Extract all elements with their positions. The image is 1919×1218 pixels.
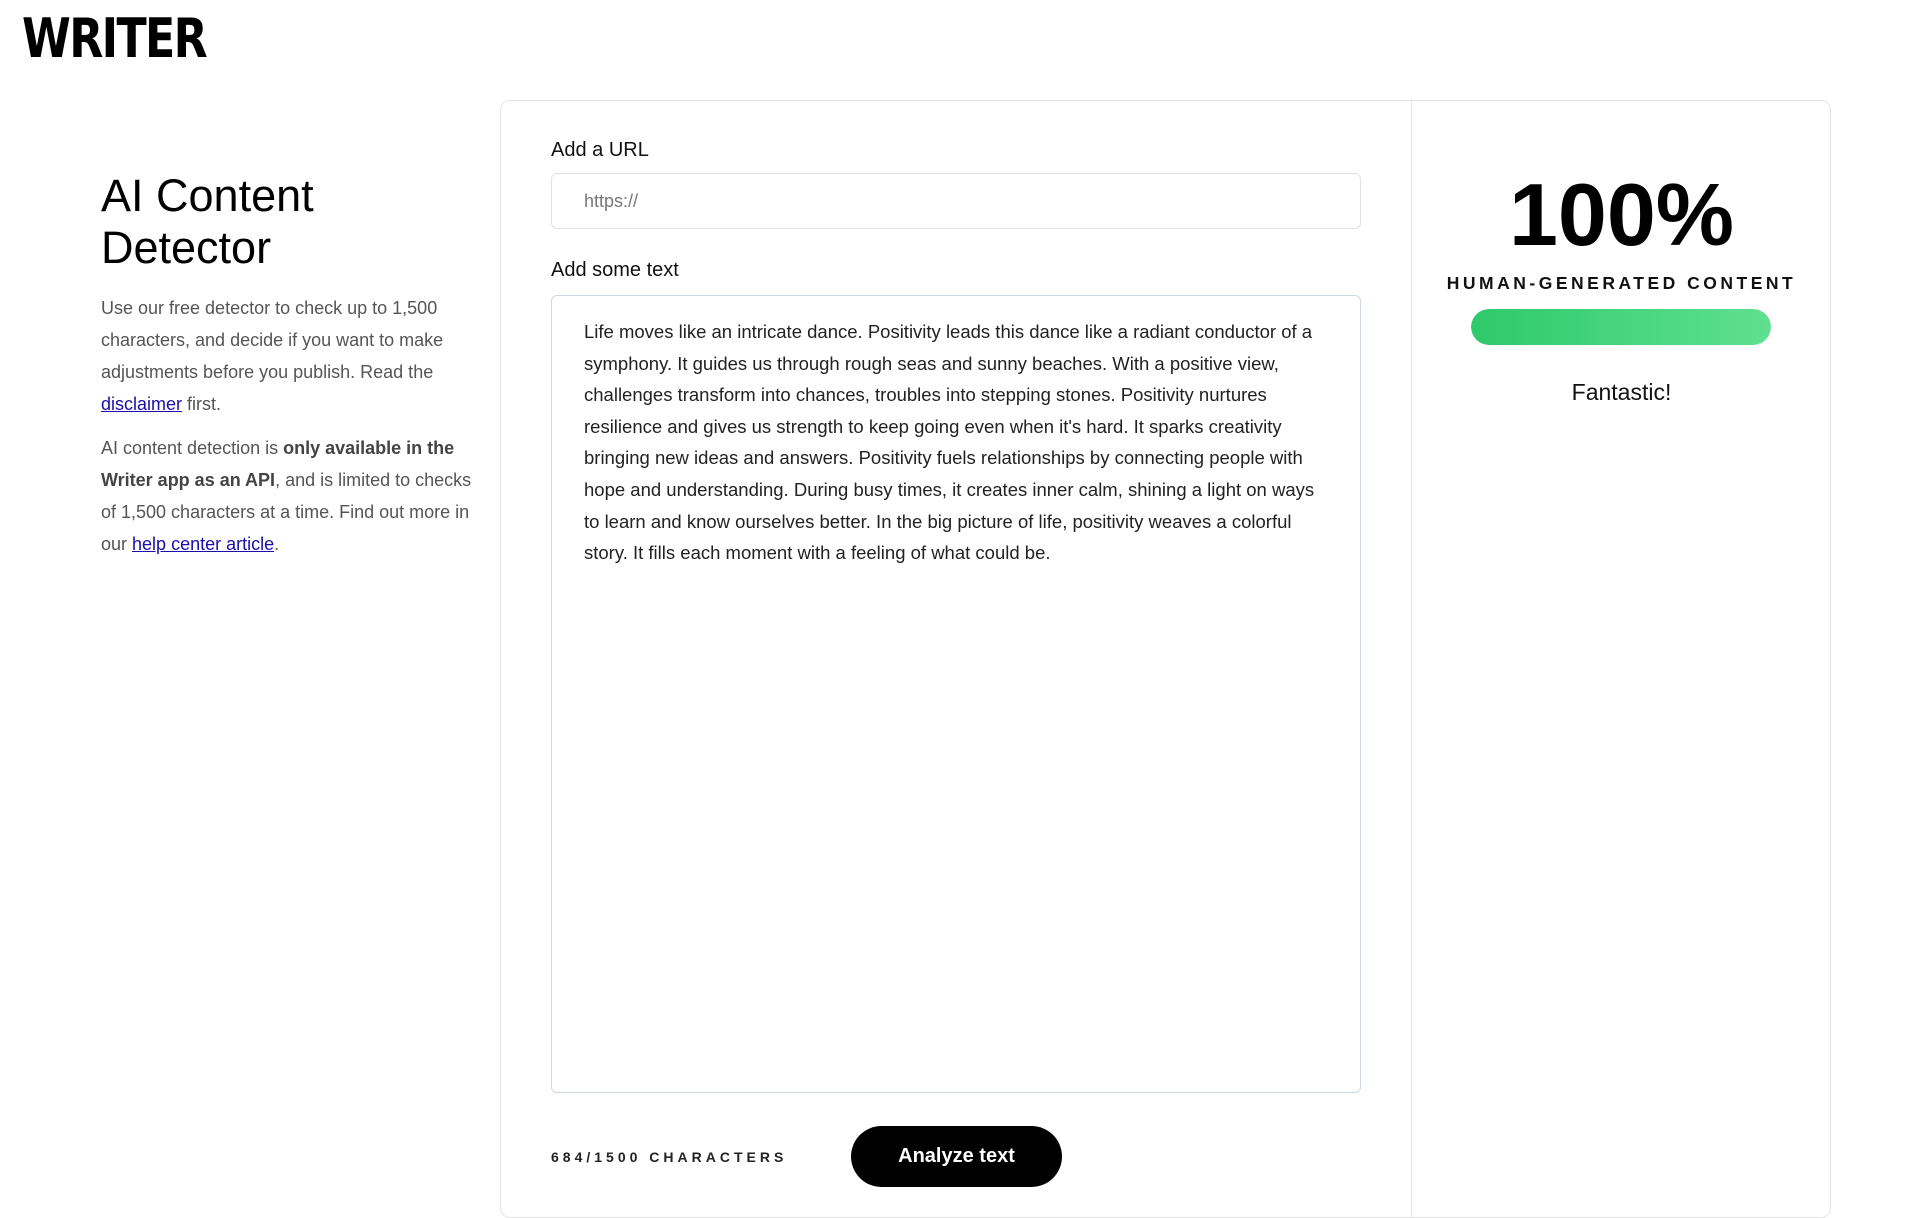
url-input[interactable] bbox=[551, 173, 1361, 229]
text-input[interactable]: Life moves like an intricate dance. Posi… bbox=[551, 295, 1361, 1093]
character-count: 684/1500 CHARACTERS bbox=[551, 1149, 788, 1165]
score-bar bbox=[1471, 309, 1771, 345]
intro-section: AI Content Detector Use our free detecto… bbox=[101, 170, 481, 572]
detector-card: Add a URL Add some text Life moves like … bbox=[500, 100, 1831, 1218]
intro-text: first. bbox=[182, 394, 222, 414]
writer-logo[interactable]: WRITER bbox=[22, 12, 208, 66]
intro-paragraph-2: AI content detection is only available i… bbox=[101, 432, 481, 560]
url-label: Add a URL bbox=[551, 139, 649, 161]
page-title: AI Content Detector bbox=[101, 170, 314, 273]
verdict-text: Fantastic! bbox=[1571, 379, 1672, 405]
score-value: 100% bbox=[1508, 165, 1735, 264]
score-label: HUMAN-GENERATED CONTENT bbox=[1446, 273, 1797, 293]
text-label: Add some text bbox=[551, 259, 679, 281]
intro-paragraph-1: Use our free detector to check up to 1,5… bbox=[101, 292, 481, 420]
intro-text: AI content detection is bbox=[101, 438, 284, 458]
analyze-text-button[interactable]: Analyze text bbox=[851, 1126, 1062, 1187]
card-divider bbox=[1411, 101, 1412, 1217]
score-bar-fill bbox=[1471, 309, 1771, 345]
intro-text: . bbox=[274, 534, 280, 554]
disclaimer-link[interactable]: disclaimer bbox=[101, 394, 182, 414]
help-center-link[interactable]: help center article bbox=[132, 534, 274, 554]
intro-text: Use our free detector to check up to 1,5… bbox=[101, 298, 444, 382]
